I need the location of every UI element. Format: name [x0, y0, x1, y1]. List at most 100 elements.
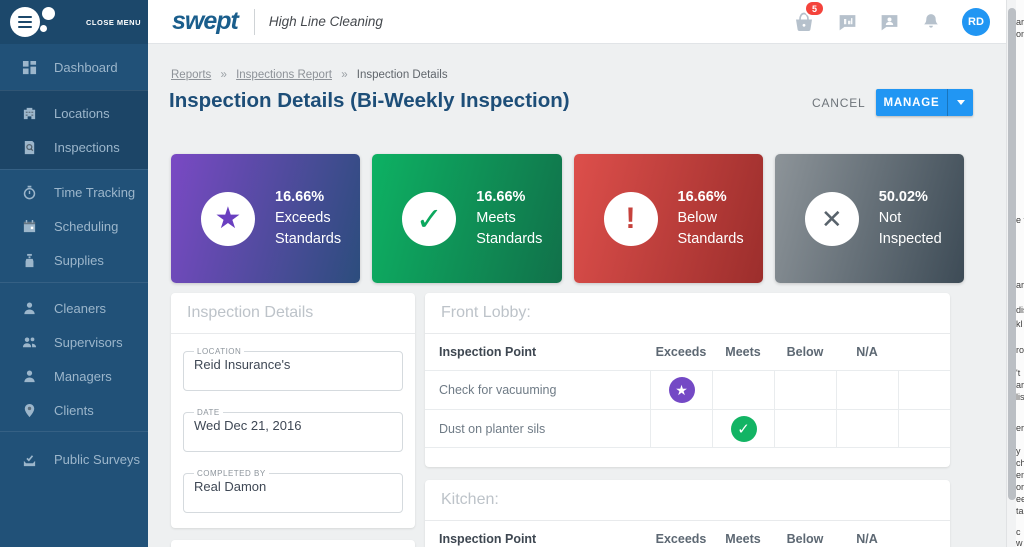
manage-button[interactable]: MANAGE: [876, 89, 973, 116]
manage-dropdown-button[interactable]: [947, 89, 973, 116]
edge-text-fragment: en: [1016, 470, 1024, 480]
breadcrumb: Reports » Inspections Report » Inspectio…: [171, 69, 448, 81]
spray-bottle-icon: [20, 252, 38, 268]
column-below: Below: [786, 532, 824, 546]
stat-percent: 50.02%: [878, 189, 928, 205]
column-na: N/A: [856, 345, 878, 359]
date-field-label: DATE: [197, 408, 220, 417]
column-inspection-point: Inspection Point: [439, 532, 537, 546]
panel-title: Inspection Details: [171, 293, 415, 334]
column-meets: Meets: [725, 345, 761, 359]
completed-by-field-label: COMPLETED BY: [197, 469, 266, 478]
table-header-row: Inspection Point Exceeds Meets Below N/A: [425, 334, 950, 370]
sidebar-section-5: Public Surveys: [0, 431, 148, 486]
company-messages-button[interactable]: [837, 12, 858, 33]
top-bar: swept High Line Cleaning 5 RD: [148, 0, 1006, 44]
map-pin-icon: [20, 402, 38, 418]
sidebar-section-1: Dashboard: [0, 44, 148, 90]
sidebar-item-scheduling[interactable]: Scheduling: [0, 209, 148, 243]
location-field-label: LOCATION: [197, 347, 242, 356]
table-header-row: Inspection Point Exceeds Meets Below N/A: [425, 521, 950, 547]
edge-text-fragment: ars: [1016, 17, 1024, 27]
column-na: N/A: [856, 532, 878, 546]
dashboard-icon: [20, 59, 38, 75]
section-title: Front Lobby:: [425, 293, 950, 334]
table-row: Check for vacuuming ★: [425, 370, 950, 409]
completed-by-field[interactable]: COMPLETED BY Real Damon: [183, 469, 403, 513]
sidebar-item-public-surveys[interactable]: Public Surveys: [0, 442, 148, 476]
header-divider: [253, 8, 255, 35]
sidebar-item-dashboard[interactable]: Dashboard: [0, 50, 148, 84]
direct-messages-button[interactable]: [879, 12, 900, 33]
sidebar-item-locations[interactable]: Locations: [0, 96, 148, 130]
sidebar-item-cleaners[interactable]: Cleaners: [0, 291, 148, 325]
edge-text-fragment: e f: [1016, 215, 1024, 225]
location-field[interactable]: LOCATION Reid Insurance's: [183, 347, 403, 391]
swept-logo[interactable]: swept: [172, 7, 239, 36]
edge-text-fragment: w: [1016, 538, 1023, 547]
section-front-lobby: Front Lobby: Inspection Point Exceeds Me…: [425, 293, 950, 467]
stat-label: Standards: [476, 231, 543, 247]
breadcrumb-reports[interactable]: Reports: [171, 69, 211, 81]
company-name: High Line Cleaning: [268, 14, 383, 29]
bell-icon: [924, 14, 938, 28]
column-exceeds: Exceeds: [655, 532, 707, 546]
stat-card-exceeds: ★ 16.66% Exceeds Standards: [171, 154, 361, 283]
supplies-basket-button[interactable]: 5: [792, 2, 823, 34]
close-menu-button[interactable]: CLOSE MENU: [0, 0, 148, 44]
scrollbar-track[interactable]: [1006, 0, 1016, 547]
column-meets: Meets: [725, 532, 761, 546]
column-exceeds: Exceeds: [655, 345, 707, 359]
header-icon-group: 5 RD: [792, 0, 990, 44]
stat-label: Standards: [677, 231, 744, 247]
star-icon: ★: [201, 191, 255, 246]
check-icon: ✓: [402, 191, 457, 246]
scrollbar-thumb[interactable]: [1008, 8, 1016, 500]
stat-percent: 16.66%: [275, 189, 325, 205]
exceeds-star-badge: ★: [668, 377, 695, 403]
stat-label: Not Inspected: [878, 210, 942, 247]
right-edge-strip: ars on e f ar dis kl ro 't ar lis er y ch en or ee ta cw: [1016, 0, 1024, 547]
user-avatar[interactable]: RD: [962, 8, 990, 36]
survey-icon: [20, 451, 38, 467]
sidebar-item-supervisors[interactable]: Supervisors: [0, 325, 148, 359]
calendar-icon: [20, 218, 38, 234]
cancel-button[interactable]: CANCEL: [812, 96, 865, 110]
edge-text-fragment: ta: [1016, 506, 1024, 516]
sidebar-item-inspections[interactable]: Inspections: [0, 130, 148, 164]
notifications-button[interactable]: [921, 12, 941, 32]
sidebar-item-managers[interactable]: Managers: [0, 359, 148, 393]
stat-label: Below: [677, 210, 718, 226]
table-row: Dust on planter sils ✓: [425, 409, 950, 447]
logo-dot-small: [40, 25, 47, 32]
meets-check-badge: ✓: [730, 415, 757, 442]
inspection-point-label: Dust on planter sils: [439, 421, 546, 436]
app-window: CLOSE MENU Dashboard Locations Inspectio…: [0, 0, 1024, 547]
basket-badge: 5: [806, 2, 823, 15]
breadcrumb-separator: »: [220, 69, 227, 81]
exclamation-icon: !: [603, 191, 658, 246]
person-icon: [20, 300, 38, 316]
sidebar-section-4: Cleaners Supervisors Managers Clients: [0, 282, 148, 431]
completed-by-field-value: Real Damon: [194, 479, 267, 494]
edge-text-fragment: ro: [1016, 345, 1024, 355]
sidebar-item-supplies[interactable]: Supplies: [0, 243, 148, 277]
sidebar-section-2: Locations Inspections: [0, 90, 148, 169]
person-icon: [20, 368, 38, 384]
location-field-value: Reid Insurance's: [194, 357, 291, 372]
breadcrumb-inspections-report[interactable]: Inspections Report: [236, 69, 332, 81]
breadcrumb-separator: »: [341, 69, 348, 81]
stat-cards-row: ★ 16.66% Exceeds Standards ✓ 16.66% Meet…: [171, 154, 964, 283]
edge-text-fragment: on: [1016, 29, 1024, 39]
chevron-down-icon: [956, 100, 965, 105]
edge-text-fragment: lis: [1016, 392, 1024, 402]
stat-percent: 16.66%: [677, 189, 727, 205]
edge-text-fragment: ch: [1016, 458, 1024, 468]
sidebar-item-clients[interactable]: Clients: [0, 393, 148, 427]
section-title: Kitchen:: [425, 480, 950, 521]
stopwatch-icon: [20, 184, 38, 200]
chat-person-icon: [881, 14, 898, 30]
date-field-value: Wed Dec 21, 2016: [194, 418, 302, 433]
date-field[interactable]: DATE Wed Dec 21, 2016: [183, 408, 403, 452]
sidebar-item-time-tracking[interactable]: Time Tracking: [0, 175, 148, 209]
